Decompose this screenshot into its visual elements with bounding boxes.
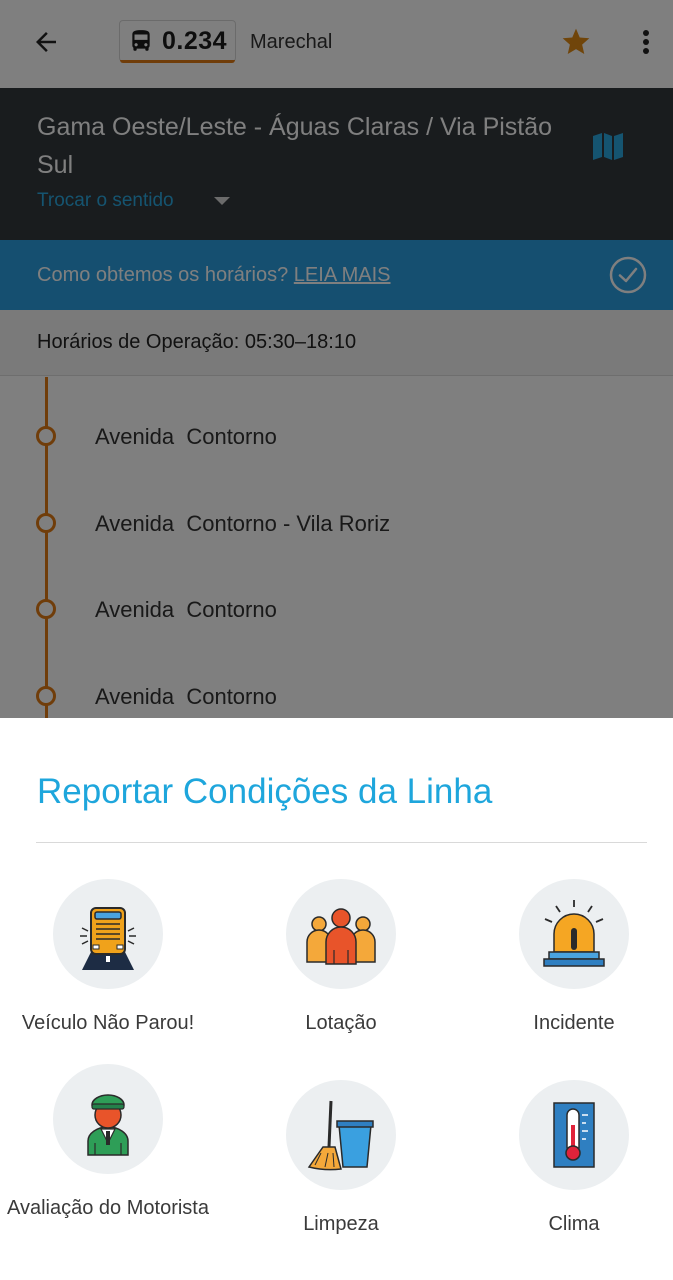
option-label: Veículo Não Parou! (21, 1012, 195, 1034)
crowd-icon (306, 908, 376, 965)
option-icon-circle (286, 1080, 396, 1190)
option-label: Limpeza (303, 1213, 379, 1235)
driver-icon (87, 1094, 129, 1156)
report-crowding[interactable]: Lotação (231, 879, 451, 1039)
option-label: Lotação (305, 1012, 377, 1034)
report-incident[interactable]: Incidente (464, 879, 673, 1039)
option-icon-circle (519, 879, 629, 989)
siren-icon (543, 900, 605, 967)
report-driver-rating[interactable]: Avaliação do Motorista (0, 1064, 218, 1224)
thermometer-icon (553, 1102, 595, 1168)
report-weather[interactable]: Clima (464, 1080, 673, 1240)
option-icon-circle (53, 879, 163, 989)
bus-front-icon (80, 907, 136, 970)
sheet-title: Reportar Condições da Linha (37, 772, 493, 811)
option-icon-circle (519, 1080, 629, 1190)
option-icon-circle (53, 1064, 163, 1174)
broom-bucket-icon (307, 1100, 374, 1171)
divider (36, 842, 647, 843)
option-label: Clima (548, 1213, 600, 1235)
report-cleanliness[interactable]: Limpeza (231, 1080, 451, 1240)
modal-scrim[interactable] (0, 0, 673, 718)
option-label: Avaliação do Motorista (7, 1197, 209, 1219)
report-vehicle-not-stopped[interactable]: Veículo Não Parou! (0, 879, 218, 1039)
option-label: Incidente (533, 1012, 615, 1034)
option-icon-circle (286, 879, 396, 989)
